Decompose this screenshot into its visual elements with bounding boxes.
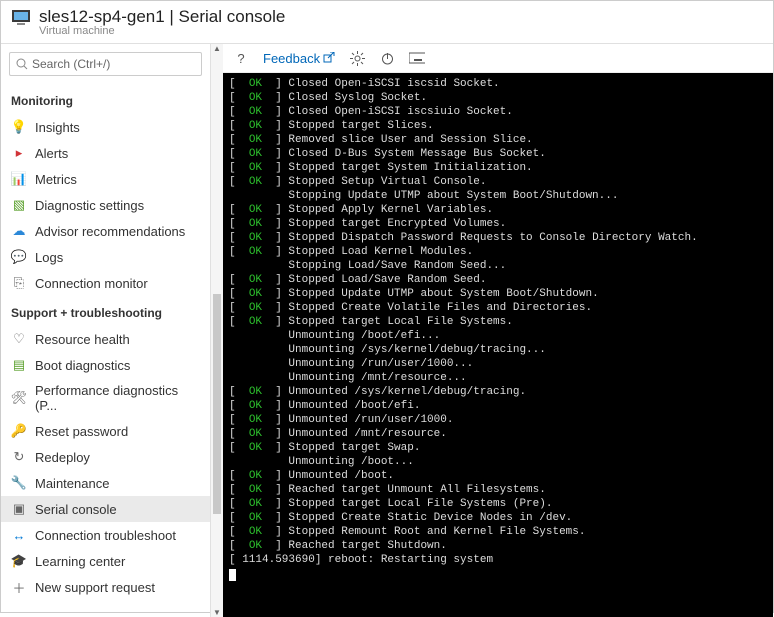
sidebar: Search (Ctrl+/) Monitoring 💡 Insights ▸ Ale… <box>1 44 211 617</box>
support-item-8[interactable]: 🎓 Learning center <box>1 548 210 574</box>
page-title: sles12-sp4-gen1 | Serial console <box>39 7 285 27</box>
monitoring-label-0: Insights <box>35 120 80 135</box>
support-label-8: Learning center <box>35 554 125 569</box>
monitoring-label-4: Advisor recommendations <box>35 224 185 239</box>
monitoring-icon-5: 💬 <box>11 249 27 265</box>
feedback-label: Feedback <box>263 51 320 66</box>
support-label-1: Boot diagnostics <box>35 358 130 373</box>
monitoring-icon-2: 📊 <box>11 171 27 187</box>
page-subtitle: Virtual machine <box>39 25 285 37</box>
help-button[interactable]: ? <box>233 50 249 66</box>
monitoring-item-6[interactable]: ⎘ Connection monitor <box>1 270 210 296</box>
support-label-0: Resource health <box>35 332 130 347</box>
monitoring-label-5: Logs <box>35 250 63 265</box>
power-icon <box>380 51 395 66</box>
support-label-2: Performance diagnostics (P... <box>35 383 200 413</box>
vm-icon <box>11 7 31 27</box>
external-link-icon <box>323 52 335 64</box>
support-item-7[interactable]: ↔ Connection troubleshoot <box>1 522 210 548</box>
nav: Monitoring 💡 Insights ▸ Alerts 📊 Metrics ▧ Diag… <box>1 84 210 617</box>
support-item-6[interactable]: ▣ Serial console <box>1 496 210 522</box>
section-monitoring: Monitoring <box>1 84 210 114</box>
feedback-link[interactable]: Feedback <box>263 51 335 66</box>
monitoring-label-3: Diagnostic settings <box>35 198 144 213</box>
support-item-4[interactable]: ↻ Redeploy <box>1 444 210 470</box>
scroll-thumb[interactable] <box>213 294 221 514</box>
gear-icon <box>350 51 365 66</box>
support-label-3: Reset password <box>35 424 128 439</box>
support-item-2[interactable]: 🛠 Performance diagnostics (P... <box>1 378 210 418</box>
support-icon-5: 🔧 <box>11 475 27 491</box>
monitoring-label-6: Connection monitor <box>35 276 148 291</box>
support-icon-8: 🎓 <box>11 553 27 569</box>
support-item-1[interactable]: ▤ Boot diagnostics <box>1 352 210 378</box>
search-icon <box>16 58 28 70</box>
support-icon-7: ↔ <box>11 527 27 543</box>
support-icon-0: ♡ <box>11 331 27 347</box>
monitoring-icon-1: ▸ <box>11 145 27 161</box>
scroll-up-icon[interactable]: ▲ <box>213 44 221 53</box>
sidebar-scrollbar[interactable]: ▲ ▼ <box>211 44 223 617</box>
cursor <box>229 569 236 581</box>
keyboard-button[interactable] <box>409 50 425 66</box>
monitoring-item-0[interactable]: 💡 Insights <box>1 114 210 140</box>
monitoring-icon-4: ☁ <box>11 223 27 239</box>
search-placeholder: Search (Ctrl+/) <box>32 57 110 71</box>
support-item-0[interactable]: ♡ Resource health <box>1 326 210 352</box>
monitoring-icon-6: ⎘ <box>11 275 27 291</box>
support-icon-2: 🛠 <box>11 390 27 406</box>
section-support: Support + troubleshooting <box>1 296 210 326</box>
support-label-5: Maintenance <box>35 476 109 491</box>
support-icon-4: ↻ <box>11 449 27 465</box>
settings-button[interactable] <box>349 50 365 66</box>
power-button[interactable] <box>379 50 395 66</box>
support-icon-3: 🔑 <box>11 423 27 439</box>
monitoring-item-2[interactable]: 📊 Metrics <box>1 166 210 192</box>
monitoring-label-2: Metrics <box>35 172 77 187</box>
search-input[interactable]: Search (Ctrl+/) <box>9 52 202 76</box>
support-icon-1: ▤ <box>11 357 27 373</box>
monitoring-item-1[interactable]: ▸ Alerts <box>1 140 210 166</box>
support-label-9: New support request <box>35 580 155 595</box>
serial-console-output[interactable]: [ OK ] Closed Open-iSCSI iscsid Socket. … <box>223 73 773 617</box>
support-item-5[interactable]: 🔧 Maintenance <box>1 470 210 496</box>
support-label-6: Serial console <box>35 502 117 517</box>
monitoring-icon-3: ▧ <box>11 197 27 213</box>
monitoring-item-3[interactable]: ▧ Diagnostic settings <box>1 192 210 218</box>
support-item-3[interactable]: 🔑 Reset password <box>1 418 210 444</box>
toolbar: ? Feedback <box>223 44 773 73</box>
support-label-7: Connection troubleshoot <box>35 528 176 543</box>
monitoring-item-4[interactable]: ☁ Advisor recommendations <box>1 218 210 244</box>
support-item-9[interactable]: ＋ New support request <box>1 574 210 600</box>
keyboard-icon <box>409 52 425 64</box>
support-icon-9: ＋ <box>11 579 27 595</box>
support-label-4: Redeploy <box>35 450 90 465</box>
monitoring-item-5[interactable]: 💬 Logs <box>1 244 210 270</box>
support-icon-6: ▣ <box>11 501 27 517</box>
monitoring-label-1: Alerts <box>35 146 68 161</box>
monitoring-icon-0: 💡 <box>11 119 27 135</box>
page-header: sles12-sp4-gen1 | Serial console Virtual… <box>1 1 773 44</box>
